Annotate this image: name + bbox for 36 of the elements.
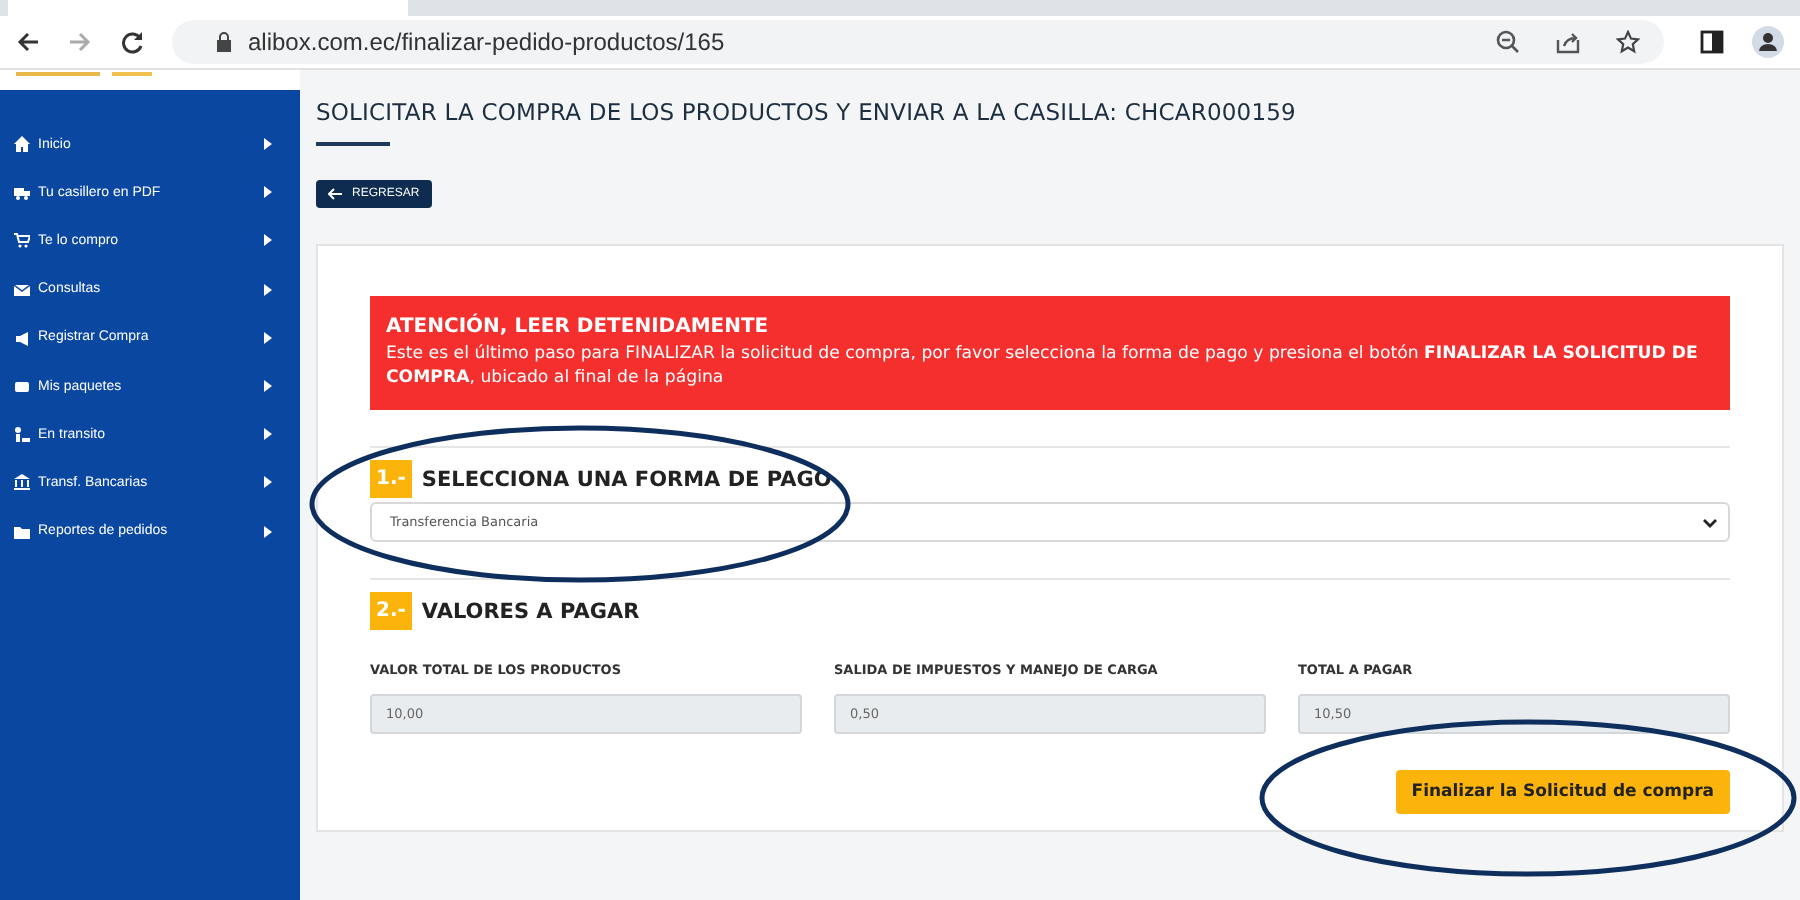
step-number: 2.- xyxy=(370,592,412,630)
caret-icon xyxy=(264,331,272,344)
star-icon[interactable] xyxy=(1616,30,1640,54)
profile-avatar-icon[interactable] xyxy=(1752,26,1784,58)
folder-icon xyxy=(14,523,30,540)
caret-icon xyxy=(264,234,272,247)
reload-icon[interactable] xyxy=(120,30,144,54)
caret-icon xyxy=(264,380,272,393)
caret-icon xyxy=(264,283,272,296)
caret-icon xyxy=(264,428,272,441)
mail-icon xyxy=(14,281,30,298)
alert-title: ATENCIÓN, LEER DETENIDAMENTE xyxy=(386,316,771,338)
page-title: SOLICITAR LA COMPRA DE LOS PRODUCTOS Y ENVIAR A LA CASILLA: CHCAR000159 xyxy=(316,98,1298,126)
megaphone-icon xyxy=(14,329,30,346)
bank-icon xyxy=(14,474,30,491)
cart-icon xyxy=(14,232,30,249)
chevron-down-icon xyxy=(1702,517,1718,527)
url-text: alibox.com.ec/finalizar-pedido-productos/165 xyxy=(248,28,725,56)
caret-icon xyxy=(264,525,272,538)
logo-drawing xyxy=(16,70,156,78)
caret-icon xyxy=(264,476,272,489)
zoom-out-icon[interactable] xyxy=(1496,30,1520,54)
home-icon xyxy=(14,136,30,153)
share-icon[interactable] xyxy=(1556,30,1580,54)
step-number: 1.- xyxy=(370,460,412,498)
back-icon[interactable] xyxy=(16,30,40,54)
finalize-button[interactable]: Finalizar la Solicitud de compra xyxy=(1395,770,1730,814)
truck-icon xyxy=(14,184,30,201)
caret-icon xyxy=(264,138,272,151)
alert-text: Este es el último paso para FINALIZAR la solicitud de compra, por favor selecciona la forma de pago y presiona el botón FINALIZAR LA SOLICITUD DE COMPRA, ubicado al final de la página xyxy=(386,342,1700,390)
lock-icon xyxy=(216,32,232,52)
caret-icon xyxy=(264,186,272,199)
side-panel-icon[interactable] xyxy=(1700,30,1724,54)
address-bar[interactable]: alibox.com.ec/finalizar-pedido-productos/165 xyxy=(172,20,1664,64)
step-title: VALORES A PAGAR xyxy=(421,599,640,623)
arrow-left-icon xyxy=(328,188,342,200)
